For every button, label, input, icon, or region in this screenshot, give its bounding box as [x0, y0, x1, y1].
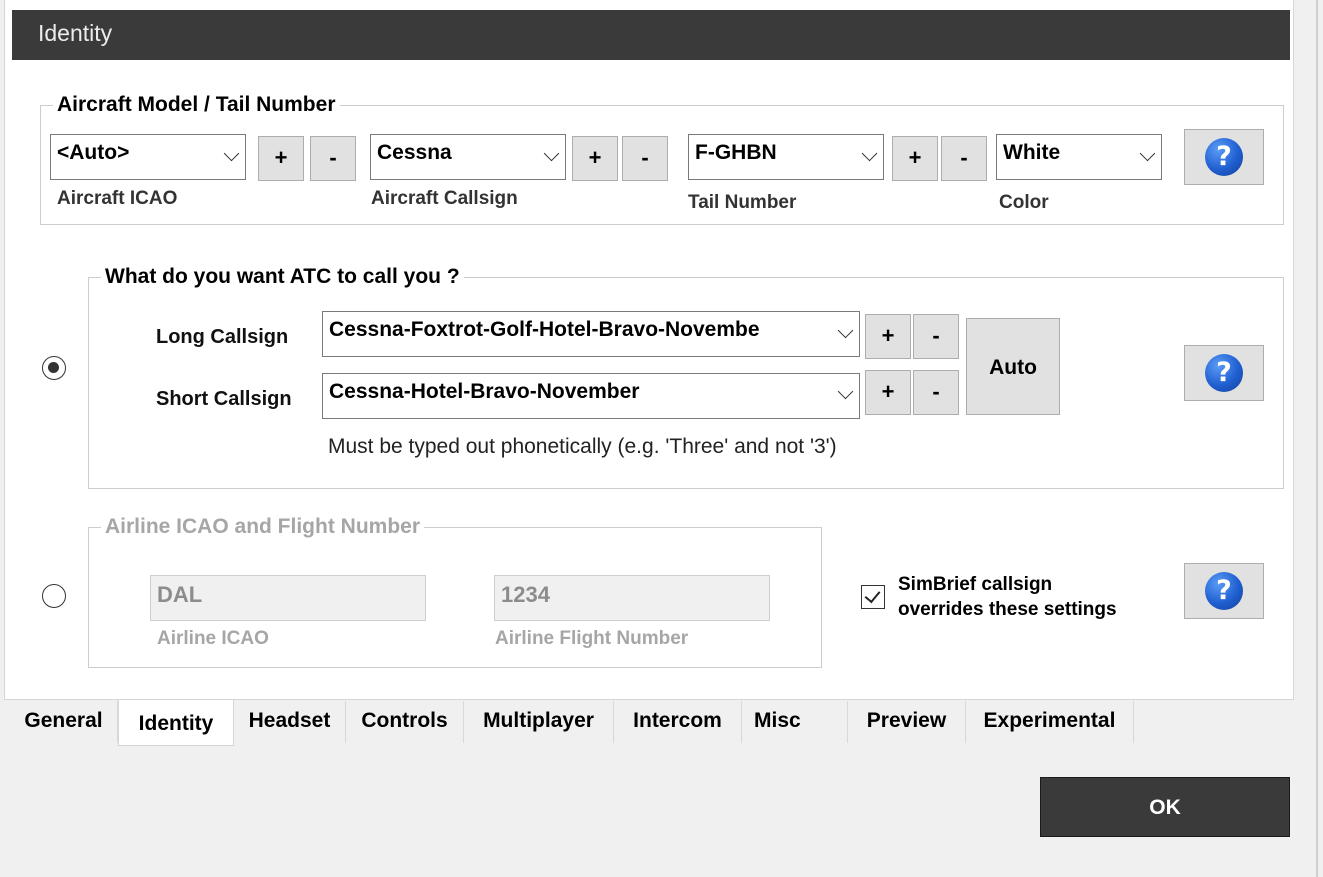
tail-number-dropdown[interactable]: F-GHBN	[688, 134, 884, 180]
aircraft-callsign-label: Aircraft Callsign	[371, 188, 518, 209]
long-callsign-label: Long Callsign	[156, 326, 289, 348]
color-dropdown[interactable]: White	[996, 134, 1162, 180]
aircraft-icao-value: <Auto>	[57, 141, 130, 164]
tab-controls[interactable]: Controls	[346, 701, 464, 743]
tab-multiplayer[interactable]: Multiplayer	[464, 701, 614, 743]
simbrief-label-line1: SimBrief callsign	[898, 574, 1053, 595]
aircraft-callsign-value: Cessna	[377, 141, 452, 164]
simbrief-override-checkbox[interactable]	[861, 585, 885, 609]
airline-flight-number-input[interactable]: 1234	[494, 575, 770, 621]
long-callsign-remove-button[interactable]: -	[913, 314, 959, 359]
tail-number-value: F-GHBN	[695, 141, 777, 164]
panel-header	[12, 10, 1290, 60]
color-label: Color	[999, 192, 1049, 213]
help-icon: ?	[1205, 572, 1243, 610]
aircraft-callsign-remove-button[interactable]: -	[622, 136, 668, 181]
checkmark-icon	[864, 586, 881, 604]
chevron-down-icon	[837, 322, 854, 339]
short-callsign-remove-button[interactable]: -	[913, 370, 959, 415]
help-icon: ?	[1205, 354, 1243, 392]
tab-identity[interactable]: Identity	[118, 700, 234, 746]
long-callsign-dropdown[interactable]: Cessna-Foxtrot-Golf-Hotel-Bravo-Novembe	[322, 311, 860, 357]
aircraft-icao-dropdown[interactable]: <Auto>	[50, 134, 246, 180]
airline-icao-input[interactable]: DAL	[150, 575, 426, 621]
help-icon: ?	[1205, 138, 1243, 176]
window-edge	[1316, 0, 1318, 877]
short-callsign-label: Short Callsign	[156, 388, 292, 410]
chevron-down-icon	[543, 145, 560, 162]
airline-callsign-radio[interactable]	[42, 584, 66, 608]
chevron-down-icon	[861, 145, 878, 162]
aircraft-icao-add-button[interactable]: +	[258, 136, 304, 181]
chevron-down-icon	[837, 383, 854, 400]
airline-help-button[interactable]: ?	[1184, 563, 1264, 619]
long-callsign-value: Cessna-Foxtrot-Golf-Hotel-Bravo-Novembe	[329, 318, 760, 341]
tab-general[interactable]: General	[10, 701, 118, 743]
airline-legend: Airline ICAO and Flight Number	[105, 515, 421, 538]
airline-icao-label: Airline ICAO	[157, 628, 269, 649]
tab-headset[interactable]: Headset	[234, 701, 346, 743]
chevron-down-icon	[1139, 145, 1156, 162]
chevron-down-icon	[223, 145, 240, 162]
tab-intercom[interactable]: Intercom	[614, 701, 742, 743]
atc-callsign-radio[interactable]	[42, 356, 66, 380]
auto-callsign-button[interactable]: Auto	[966, 318, 1060, 415]
tail-number-add-button[interactable]: +	[892, 136, 938, 181]
aircraft-model-legend: Aircraft Model / Tail Number	[57, 93, 336, 116]
aircraft-help-button[interactable]: ?	[1184, 129, 1264, 185]
color-value: White	[1003, 141, 1061, 164]
tab-preview[interactable]: Preview	[848, 701, 966, 743]
simbrief-label-line2: overrides these settings	[898, 599, 1117, 620]
airline-flight-number-label: Airline Flight Number	[495, 628, 689, 649]
tail-number-label: Tail Number	[688, 192, 797, 213]
panel-title: Identity	[38, 20, 113, 46]
tab-experimental[interactable]: Experimental	[966, 701, 1134, 743]
short-callsign-dropdown[interactable]: Cessna-Hotel-Bravo-November	[322, 373, 860, 419]
aircraft-callsign-add-button[interactable]: +	[572, 136, 618, 181]
simbrief-override-label: SimBrief callsign overrides these settin…	[898, 572, 1117, 622]
phonetic-hint: Must be typed out phonetically (e.g. 'Th…	[328, 435, 837, 458]
aircraft-callsign-dropdown[interactable]: Cessna	[370, 134, 566, 180]
short-callsign-value: Cessna-Hotel-Bravo-November	[329, 380, 640, 403]
aircraft-icao-remove-button[interactable]: -	[310, 136, 356, 181]
radio-selected-dot	[48, 362, 59, 373]
atc-callsign-legend: What do you want ATC to call you ?	[105, 265, 460, 288]
atc-help-button[interactable]: ?	[1184, 345, 1264, 401]
tab-misc[interactable]: Misc	[742, 701, 848, 743]
tail-number-remove-button[interactable]: -	[941, 136, 987, 181]
long-callsign-add-button[interactable]: +	[865, 314, 911, 359]
short-callsign-add-button[interactable]: +	[865, 370, 911, 415]
ok-button[interactable]: OK	[1040, 777, 1290, 837]
aircraft-icao-label: Aircraft ICAO	[57, 188, 178, 209]
